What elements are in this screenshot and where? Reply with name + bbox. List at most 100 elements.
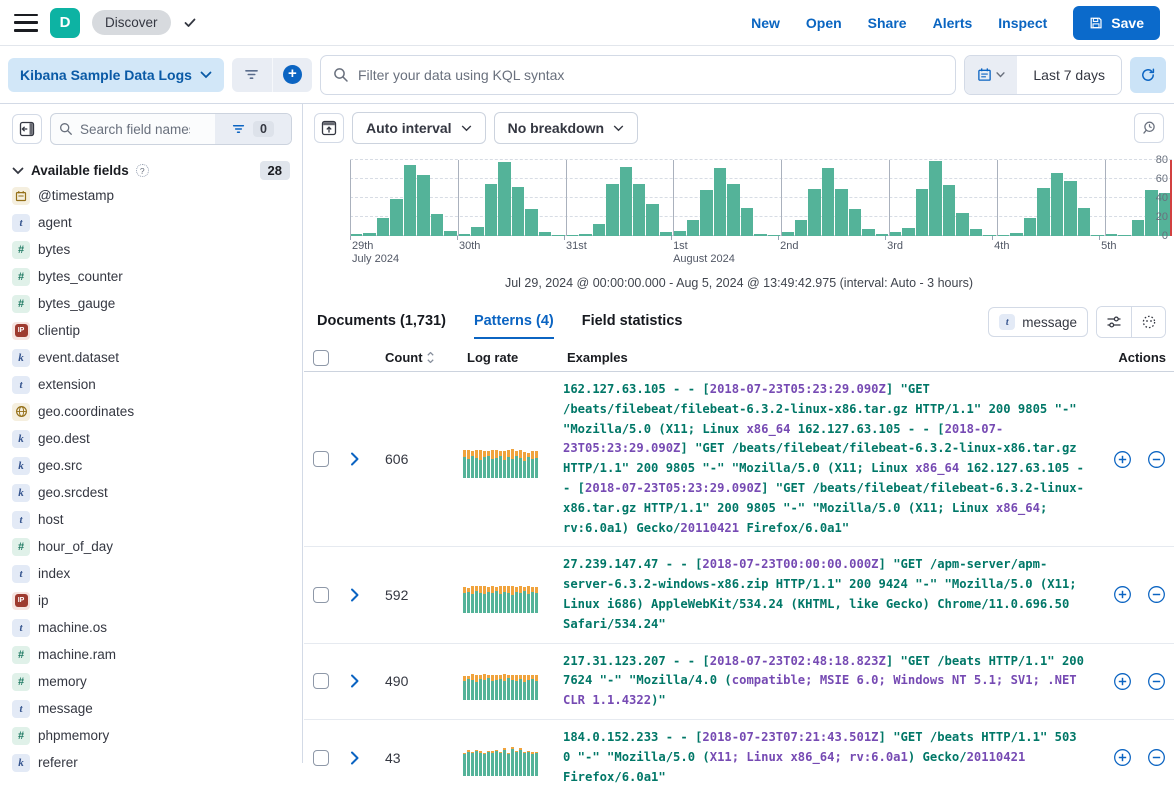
field-item-host[interactable]: thost xyxy=(0,506,301,533)
select-all-checkbox[interactable] xyxy=(313,350,329,366)
field-item-bytes[interactable]: #bytes xyxy=(0,236,301,263)
nav-alerts[interactable]: Alerts xyxy=(933,15,973,31)
row-checkbox[interactable] xyxy=(313,587,329,603)
chevron-down-icon xyxy=(613,125,624,132)
field-item-geo.dest[interactable]: kgeo.dest xyxy=(0,425,301,452)
time-picker: Last 7 days xyxy=(964,55,1122,95)
row-checkbox[interactable] xyxy=(313,750,329,766)
row-expand-button[interactable] xyxy=(349,674,385,688)
field-item-@timestamp[interactable]: @timestamp xyxy=(0,182,301,209)
pattern-row-1: 606162.127.63.105 - - [2018-07-23T05:23:… xyxy=(304,372,1174,546)
field-search-box: 0 xyxy=(50,113,292,145)
field-item-bytes_counter[interactable]: #bytes_counter xyxy=(0,263,301,290)
chart-toolbar: Auto interval No breakdown xyxy=(304,112,1174,144)
top-bar: D Discover New Open Share Alerts Inspect… xyxy=(0,0,1174,46)
kql-search-box xyxy=(320,55,956,95)
pattern-field-selector[interactable]: t message xyxy=(988,307,1088,337)
tab-documents[interactable]: Documents (1,731) xyxy=(317,305,446,339)
checkmark-icon[interactable] xyxy=(183,17,197,29)
ip-token-icon: IP xyxy=(12,592,30,610)
pattern-count: 606 xyxy=(385,451,459,467)
pattern-example: 27.239.147.47 - - [2018-07-23T00:00:00.0… xyxy=(563,547,1102,642)
row-checkbox[interactable] xyxy=(313,451,329,467)
field-item-event.dataset[interactable]: kevent.dataset xyxy=(0,344,301,371)
field-item-geo.coordinates[interactable]: geo.coordinates xyxy=(0,398,301,425)
field-list: @timestamptagent#bytes#bytes_counter#byt… xyxy=(0,182,301,793)
filter-out-icon[interactable] xyxy=(1147,748,1166,767)
keyword-token-icon: k xyxy=(12,349,30,367)
field-item-machine.os[interactable]: tmachine.os xyxy=(0,614,301,641)
pattern-example: 184.0.152.233 - - [2018-07-23T07:21:43.5… xyxy=(563,720,1102,795)
ip-token-icon: IP xyxy=(12,322,30,340)
field-item-clientip[interactable]: IPclientip xyxy=(0,317,301,344)
interval-select[interactable]: Auto interval xyxy=(352,112,486,144)
log-rate-sparkline xyxy=(463,441,563,478)
pattern-row-2: 59227.239.147.47 - - [2018-07-23T00:00:0… xyxy=(304,546,1174,642)
chevron-right-icon xyxy=(349,588,361,602)
sort-icon[interactable] xyxy=(426,351,435,364)
number-token-icon: # xyxy=(12,727,30,745)
row-checkbox[interactable] xyxy=(313,673,329,689)
histogram-chart[interactable]: 02040608029thJuly 202430th31st1stAugust … xyxy=(304,154,1174,266)
filter-for-icon[interactable] xyxy=(1113,585,1132,604)
filter-out-icon[interactable] xyxy=(1147,450,1166,469)
data-view-picker[interactable]: Kibana Sample Data Logs xyxy=(8,58,224,92)
field-item-agent[interactable]: tagent xyxy=(0,209,301,236)
collapse-sidebar-button[interactable] xyxy=(12,114,42,144)
add-filter-button[interactable]: + xyxy=(272,58,312,92)
tab-patterns[interactable]: Patterns (4) xyxy=(474,305,554,339)
pattern-row-4: 43 184.0.152.233 - - [2018-07-23T07:21:43… xyxy=(304,719,1174,795)
time-range-label[interactable]: Last 7 days xyxy=(1017,56,1121,94)
breakdown-select[interactable]: No breakdown xyxy=(494,112,638,144)
nav-share[interactable]: Share xyxy=(868,15,907,31)
nav-inspect[interactable]: Inspect xyxy=(998,15,1047,31)
breadcrumb[interactable]: Discover xyxy=(92,10,171,35)
number-token-icon: # xyxy=(12,268,30,286)
filter-out-icon[interactable] xyxy=(1147,672,1166,691)
pattern-count: 43 xyxy=(385,750,459,766)
available-fields-header[interactable]: Available fields ? 28 xyxy=(12,161,290,180)
pattern-controls-button[interactable] xyxy=(1097,307,1131,337)
filter-icon[interactable] xyxy=(232,58,272,92)
filter-for-icon[interactable] xyxy=(1113,748,1132,767)
chevron-right-icon xyxy=(349,452,361,466)
text-token-icon: t xyxy=(12,376,30,394)
field-filter-button[interactable]: 0 xyxy=(215,114,291,144)
save-icon xyxy=(1089,16,1103,30)
field-item-index[interactable]: tindex xyxy=(0,560,301,587)
field-item-machine.ram[interactable]: #machine.ram xyxy=(0,641,301,668)
search-icon xyxy=(59,122,73,136)
menu-icon[interactable] xyxy=(14,14,38,32)
field-item-message[interactable]: tmessage xyxy=(0,695,301,722)
kql-search-input[interactable] xyxy=(358,67,943,83)
nav-open[interactable]: Open xyxy=(806,15,842,31)
pattern-row-3: 490217.31.123.207 - - [2018-07-23T02:48:… xyxy=(304,643,1174,719)
save-button[interactable]: Save xyxy=(1073,6,1160,40)
calendar-button[interactable] xyxy=(965,56,1017,94)
filter-for-icon[interactable] xyxy=(1113,450,1132,469)
text-token-icon: t xyxy=(999,314,1015,330)
hide-chart-button[interactable] xyxy=(314,113,344,143)
chart-options-button[interactable] xyxy=(1134,113,1164,143)
field-item-ip[interactable]: IPip xyxy=(0,587,301,614)
filter-for-icon[interactable] xyxy=(1113,672,1132,691)
field-item-hour_of_day[interactable]: #hour_of_day xyxy=(0,533,301,560)
field-item-geo.src[interactable]: kgeo.src xyxy=(0,452,301,479)
field-item-memory[interactable]: #memory xyxy=(0,668,301,695)
tab-field-statistics[interactable]: Field statistics xyxy=(582,305,683,339)
number-token-icon: # xyxy=(12,295,30,313)
row-expand-button[interactable] xyxy=(349,588,385,602)
dotted-circle-icon xyxy=(1141,314,1157,330)
app-logo[interactable]: D xyxy=(50,8,80,38)
filter-out-icon[interactable] xyxy=(1147,585,1166,604)
field-item-bytes_gauge[interactable]: #bytes_gauge xyxy=(0,290,301,317)
assistant-button[interactable] xyxy=(1131,307,1165,337)
field-item-geo.srcdest[interactable]: kgeo.srcdest xyxy=(0,479,301,506)
field-item-extension[interactable]: textension xyxy=(0,371,301,398)
field-item-phpmemory[interactable]: #phpmemory xyxy=(0,722,301,749)
nav-new[interactable]: New xyxy=(751,15,780,31)
refresh-button[interactable] xyxy=(1130,57,1166,93)
field-search-input[interactable] xyxy=(80,122,190,137)
chevron-right-icon xyxy=(349,674,361,688)
row-expand-button[interactable] xyxy=(349,452,385,466)
